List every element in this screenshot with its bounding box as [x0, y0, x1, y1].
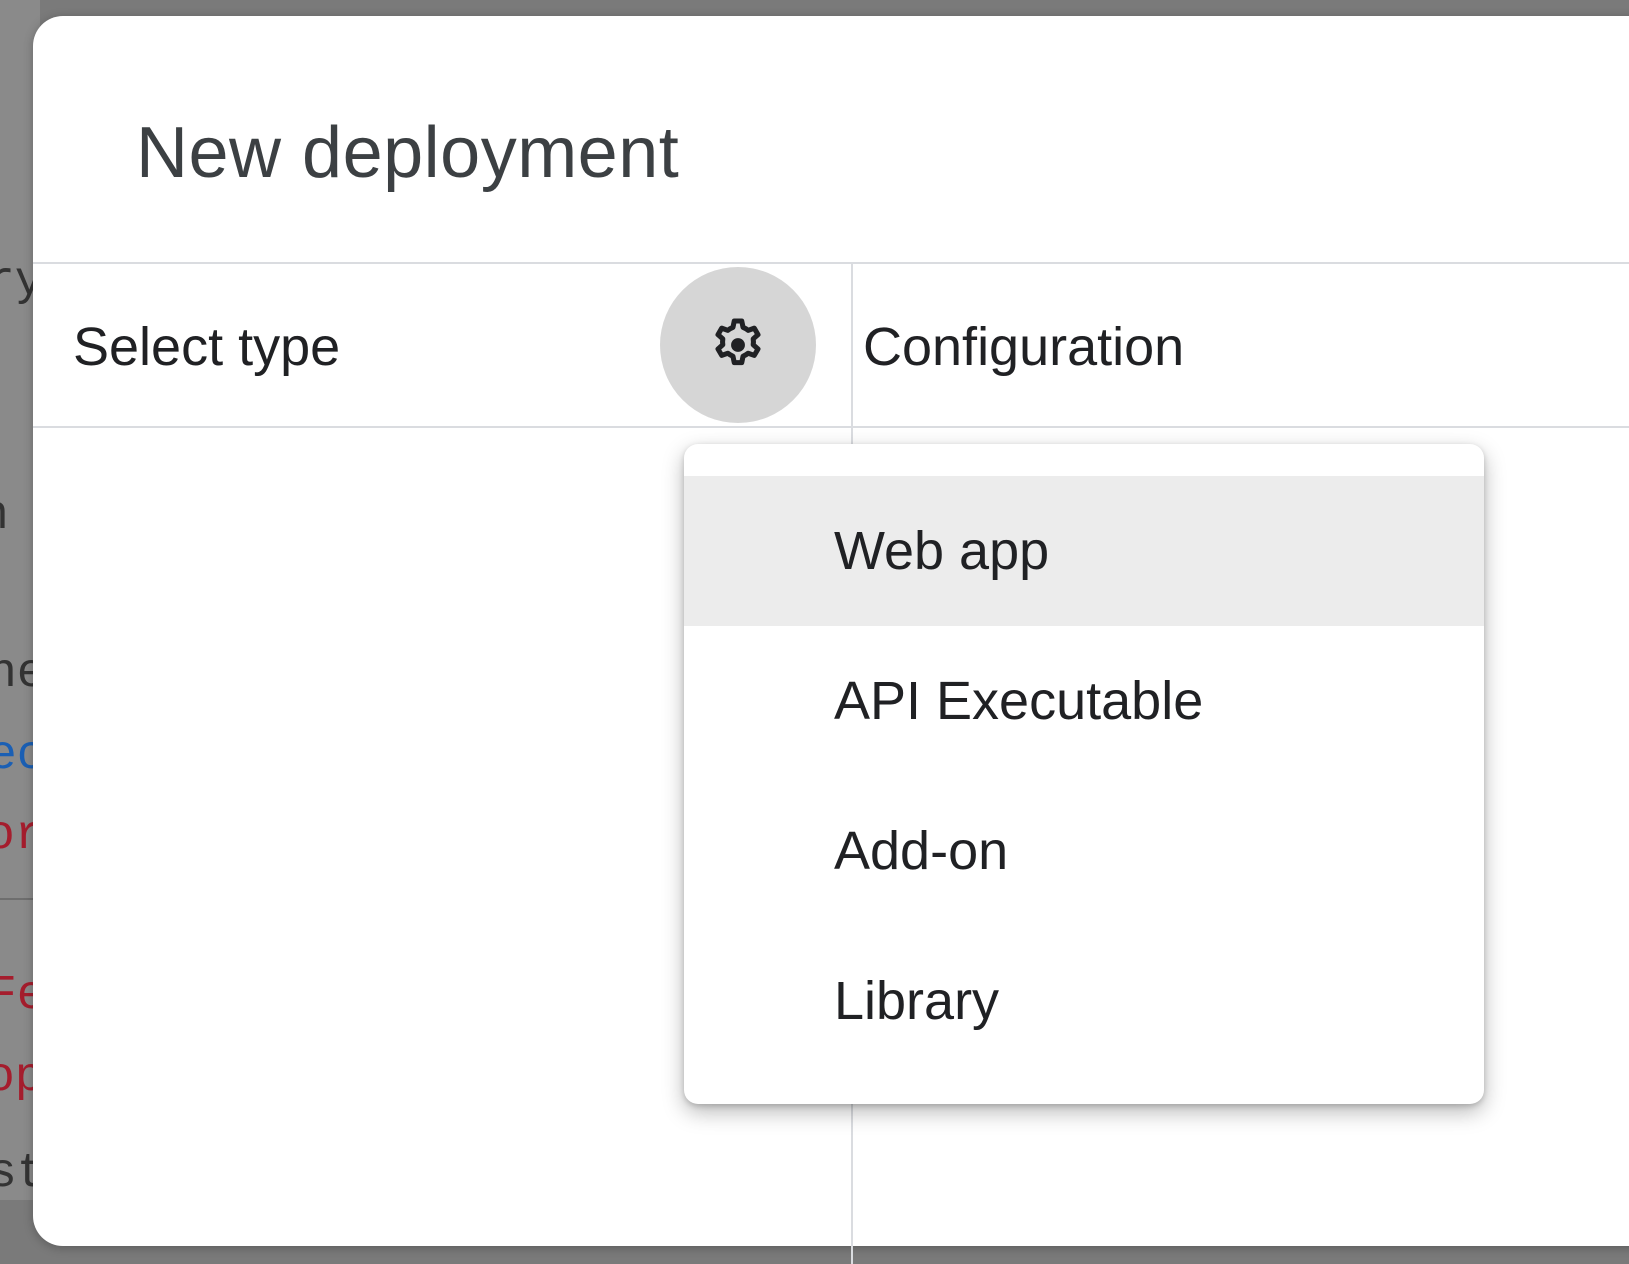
menu-item-label: Web app [834, 521, 1050, 581]
menu-item-label: Library [834, 971, 1000, 1031]
configuration-label: Configuration [863, 317, 1185, 377]
menu-item-label: Add-on [834, 821, 1009, 881]
header-divider-bottom [33, 426, 1629, 428]
menu-item-label: API Executable [834, 671, 1204, 731]
menu-item-add-on[interactable]: Add-on [684, 776, 1484, 926]
deployment-type-menu: Web app API Executable Add-on Library [684, 444, 1484, 1104]
menu-item-web-app[interactable]: Web app [684, 476, 1484, 626]
menu-item-api-executable[interactable]: API Executable [684, 626, 1484, 776]
menu-item-library[interactable]: Library [684, 926, 1484, 1076]
background-text-fragment: n [0, 492, 9, 540]
select-type-label: Select type [73, 317, 341, 377]
gear-icon [715, 318, 761, 366]
select-type-settings-button[interactable] [660, 267, 816, 423]
dialog-title: New deployment [136, 113, 680, 193]
